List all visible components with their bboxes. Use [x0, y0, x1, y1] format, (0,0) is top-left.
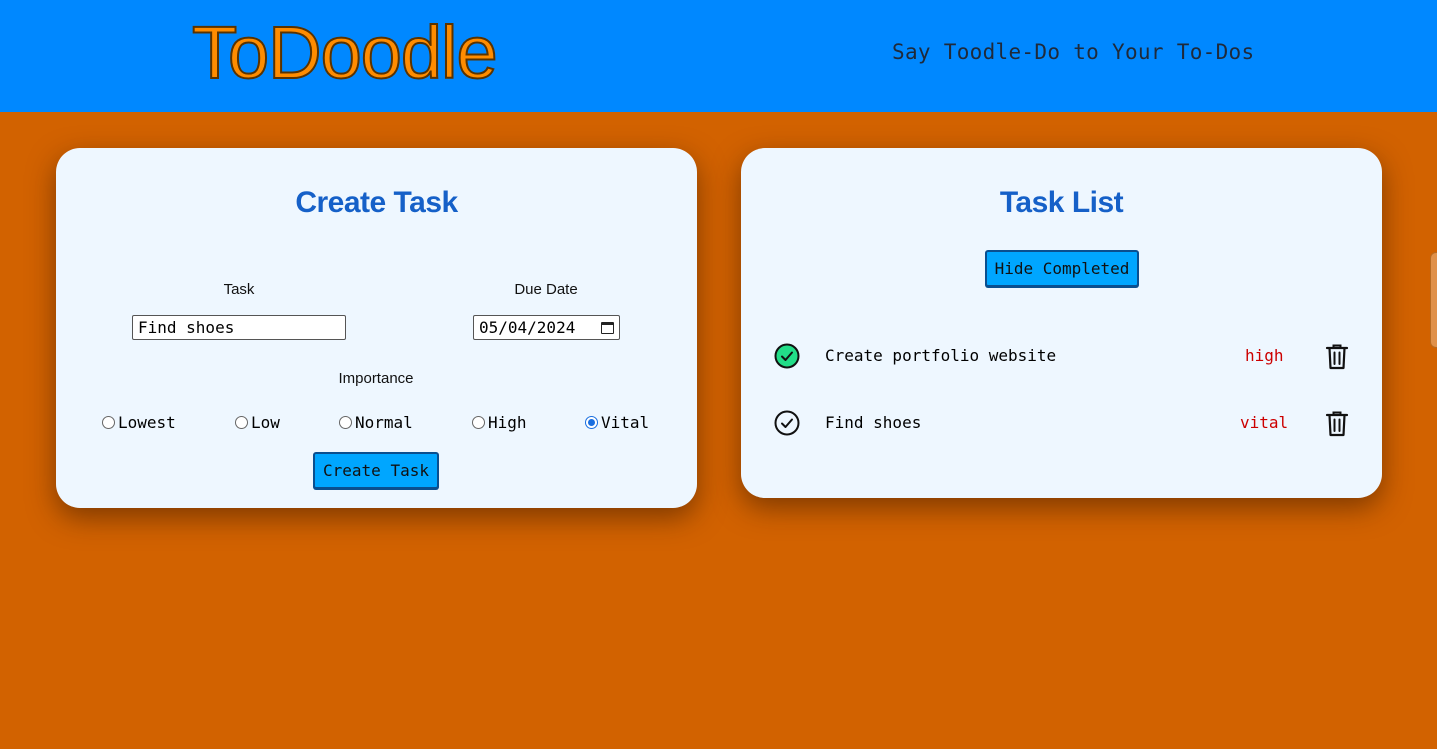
radio-normal[interactable]: Normal	[339, 413, 413, 432]
radio-high[interactable]: High	[472, 413, 527, 432]
trash-icon[interactable]	[1325, 343, 1349, 370]
due-date-value: 05/04/2024	[479, 318, 576, 337]
create-task-button[interactable]: Create Task	[313, 452, 439, 489]
importance-label: Importance	[338, 370, 414, 387]
radio-lowest[interactable]: Lowest	[102, 413, 176, 432]
task-name: Create portfolio website	[825, 346, 1057, 365]
task-row: Create portfolio website high	[741, 336, 1382, 376]
due-date-label: Due Date	[514, 281, 578, 298]
app-tagline: Say Toodle-Do to Your To-Dos	[892, 40, 1255, 64]
due-date-input[interactable]: 05/04/2024	[473, 315, 620, 340]
task-label: Task	[223, 281, 255, 298]
task-list-card: Task List Hide Completed Create portfoli…	[741, 148, 1382, 498]
create-task-card: Create Task Task Find shoes Due Date 05/…	[56, 148, 697, 508]
radio-normal-label: Normal	[355, 413, 413, 432]
radio-vital-label: Vital	[601, 413, 650, 432]
trash-icon[interactable]	[1325, 410, 1349, 437]
app-logo: ToDoodle	[191, 10, 499, 95]
hide-completed-button[interactable]: Hide Completed	[985, 250, 1139, 287]
radio-vital-dot[interactable]	[585, 416, 598, 429]
task-importance: vital	[1240, 413, 1289, 432]
task-list-title: Task List	[999, 186, 1124, 219]
radio-low-label: Low	[251, 413, 280, 432]
incomplete-check-icon[interactable]	[774, 410, 800, 436]
completed-check-icon[interactable]	[774, 343, 800, 369]
radio-high-label: High	[488, 413, 527, 432]
radio-lowest-label: Lowest	[118, 413, 176, 432]
radio-low-dot[interactable]	[235, 416, 248, 429]
task-name: Find shoes	[825, 413, 922, 432]
radio-vital[interactable]: Vital	[585, 413, 649, 432]
app-header: ToDoodle Say Toodle-Do to Your To-Dos	[0, 0, 1437, 112]
create-task-title: Create Task	[295, 186, 458, 219]
scrollbar-handle[interactable]	[1430, 252, 1437, 348]
task-row: Find shoes vital	[741, 403, 1382, 443]
task-importance: high	[1245, 346, 1284, 365]
radio-high-dot[interactable]	[472, 416, 485, 429]
radio-low[interactable]: Low	[235, 413, 280, 432]
calendar-icon[interactable]	[601, 322, 614, 334]
task-input[interactable]: Find shoes	[132, 315, 346, 340]
radio-normal-dot[interactable]	[339, 416, 352, 429]
radio-lowest-dot[interactable]	[102, 416, 115, 429]
